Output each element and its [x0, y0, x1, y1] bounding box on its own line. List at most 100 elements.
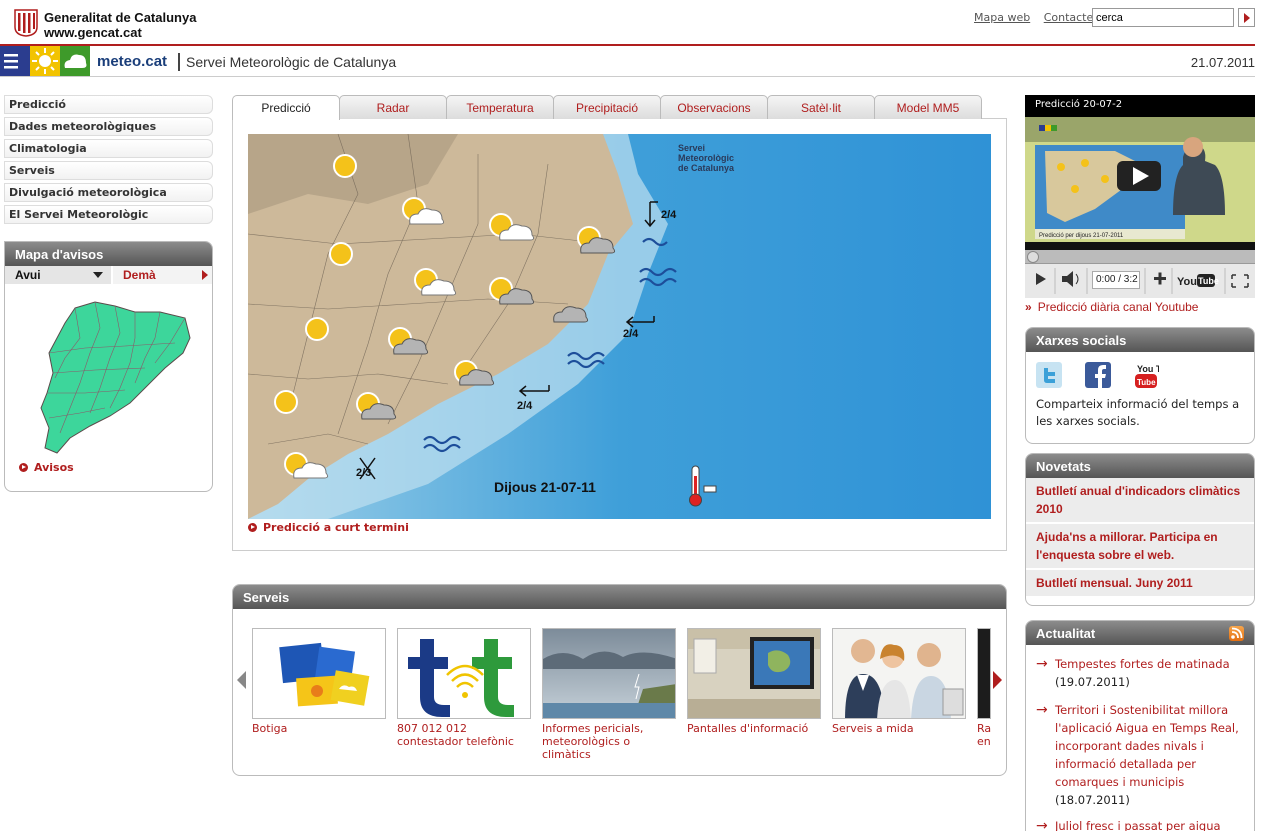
search-submit-button[interactable]	[1238, 8, 1255, 27]
news-entry[interactable]: Tempestes fortes de matinada (19.07.2011…	[1036, 655, 1251, 691]
nav-item-servei-meteorologic[interactable]: El Servei Meteorològic	[4, 205, 213, 224]
service-botiga[interactable]: Botiga	[252, 628, 386, 735]
gencat-logo-icon[interactable]	[14, 9, 38, 37]
service-label: 807 012 012 contestador telefònic	[397, 722, 514, 748]
contacte-link[interactable]: Contacte	[1044, 11, 1094, 24]
nav-item-dades-meteorologiques[interactable]: Dades meteorològiques	[4, 117, 213, 136]
nav-item-serveis[interactable]: Serveis	[4, 161, 213, 180]
progress-handle[interactable]	[1027, 251, 1039, 263]
meteo-title[interactable]: meteo.cat	[97, 53, 167, 70]
top-links: Mapa web Contacte	[974, 11, 1103, 24]
nav-item-prediccio[interactable]: Predicció	[4, 95, 213, 114]
forecast-day-label: Dijous 21-07-11	[494, 479, 596, 495]
short-term-forecast-label: Predicció a curt termini	[263, 521, 409, 534]
service-label: Pantalles d'informació	[687, 722, 809, 735]
svg-text:You: You	[1177, 276, 1197, 288]
youtube-channel-link[interactable]: » Predicció diària canal Youtube	[1025, 300, 1198, 314]
svg-text:Tube: Tube	[1137, 378, 1156, 387]
meteo-divider	[0, 76, 1255, 77]
fullscreen-icon[interactable]	[1231, 274, 1249, 288]
news-entry-title[interactable]: Juliol fresc i passat per aigua	[1036, 817, 1251, 831]
service-pantalles[interactable]: Pantalles d'informació	[687, 628, 821, 735]
video-progress-bar[interactable]	[1025, 250, 1255, 264]
avisos-link[interactable]: Avisos	[19, 461, 74, 474]
meteo-header: meteo.cat Servei Meteorològic de Catalun…	[0, 46, 1268, 78]
title-separator	[178, 53, 180, 71]
tab-satellit[interactable]: Satèl·lit	[767, 95, 875, 119]
tab-prediccio[interactable]: Predicció	[232, 95, 340, 120]
video-player[interactable]: Predicció 20-07-2 Predicció per dijous 2…	[1025, 95, 1255, 298]
carousel-prev-icon[interactable]	[237, 671, 246, 689]
cloud-logo-icon	[60, 46, 90, 76]
warnings-map-title: Mapa d'avisos	[5, 242, 212, 266]
forecast-map[interactable]: Servei Meteorològic de Catalunya 2/4 2/4…	[248, 134, 991, 519]
gencat-name-line2: www.gencat.cat	[44, 25, 142, 40]
forecast-tabs: Predicció Radar Temperatura Precipitació…	[232, 95, 992, 120]
service-partial[interactable]: Ra en	[977, 628, 991, 748]
plus-icon[interactable]	[1154, 272, 1166, 285]
news-entry-title[interactable]: Territori i Sostenibilitat millora l'apl…	[1036, 701, 1251, 791]
service-a-mida[interactable]: Serveis a mida	[832, 628, 966, 735]
tab-avui[interactable]: Avui	[5, 266, 111, 284]
gencat-name[interactable]: Generalitat de Catalunya www.gencat.cat	[44, 10, 196, 40]
nav-item-climatologia[interactable]: Climatologia	[4, 139, 213, 158]
tab-radar[interactable]: Radar	[339, 95, 447, 119]
video-title: Predicció 20-07-2	[1035, 99, 1123, 110]
video-overlay-text: Predicció per dijous 21-07-2011	[1039, 233, 1124, 239]
youtube-channel-label: Predicció diària canal Youtube	[1037, 300, 1199, 314]
current-news-title: Actualitat	[1026, 621, 1254, 645]
short-term-forecast-link[interactable]: Predicció a curt termini	[248, 521, 409, 534]
bullet-arrow-icon	[248, 523, 257, 532]
carousel-next-icon[interactable]	[993, 671, 1002, 689]
contestador-image	[397, 628, 531, 719]
news-item[interactable]: Ajuda'ns a millorar. Participa en l'enqu…	[1026, 524, 1254, 570]
wind-label: 2/3	[356, 467, 371, 479]
tab-model-mm5[interactable]: Model MM5	[874, 95, 982, 119]
left-navigation: Predicció Dades meteorològiques Climatol…	[4, 95, 213, 227]
youtube-icon-text: You Tube	[1137, 364, 1159, 374]
warnings-map-panel: Mapa d'avisos Avui Demà Avisos	[4, 241, 213, 492]
youtube-icon[interactable]: You Tube Tube	[1135, 362, 1177, 390]
news-entry[interactable]: Juliol fresc i passat per aigua	[1036, 817, 1251, 831]
nav-item-divulgacio[interactable]: Divulgació meteorològica	[4, 183, 213, 202]
service-informes[interactable]: Informes pericials, meteorològics o clim…	[542, 628, 676, 761]
mapa-web-link[interactable]: Mapa web	[974, 11, 1030, 24]
current-news-panel: Actualitat Tempestes fortes de matinada …	[1025, 620, 1255, 831]
twitter-icon[interactable]	[1036, 362, 1062, 388]
service-label: Botiga	[252, 722, 288, 735]
service-label: Ra en	[977, 722, 991, 748]
tab-temperatura[interactable]: Temperatura	[446, 95, 554, 119]
video-control-buttons: You Tube	[1036, 268, 1249, 294]
tab-dema[interactable]: Demà	[113, 266, 212, 284]
service-contestador[interactable]: 807 012 012 contestador telefònic	[397, 628, 531, 748]
video-frame[interactable]: Predicció per dijous 21-07-2011	[1025, 117, 1255, 250]
facebook-icon[interactable]	[1085, 362, 1111, 388]
warnings-day-tabs: Avui Demà	[5, 266, 212, 284]
news-item[interactable]: Butlletí mensual. Juny 2011	[1026, 570, 1254, 598]
avisos-link-label: Avisos	[34, 461, 74, 474]
social-networks-text: Comparteix informació del temps a les xa…	[1036, 397, 1240, 428]
wind-label: 2/4	[623, 328, 639, 340]
services-title: Serveis	[233, 585, 1006, 609]
news-title: Novetats	[1026, 454, 1254, 478]
partial-service-image	[977, 628, 991, 719]
video-controls: You Tube 0:00 / 3:2	[1025, 250, 1255, 298]
volume-icon[interactable]	[1062, 271, 1079, 287]
map-logo-line1: Servei	[678, 143, 705, 153]
news-entry[interactable]: Territori i Sostenibilitat millora l'apl…	[1036, 701, 1251, 809]
youtube-logo-icon[interactable]: You Tube	[1177, 274, 1219, 288]
warnings-catalonia-map[interactable]	[35, 298, 195, 458]
rss-icon[interactable]	[1229, 626, 1244, 641]
play-icon[interactable]	[1036, 273, 1046, 285]
news-item[interactable]: Butlletí anual d'indicadors climàtics 20…	[1026, 478, 1254, 524]
meteo-logo[interactable]	[0, 46, 90, 76]
service-label: Informes pericials, meteorològics o clim…	[542, 722, 644, 761]
informes-image	[542, 628, 676, 719]
sun-logo-icon	[30, 46, 60, 76]
search-input[interactable]	[1092, 8, 1234, 27]
news-entry-title[interactable]: Tempestes fortes de matinada	[1036, 655, 1251, 673]
service-label: Serveis a mida	[832, 722, 914, 735]
tab-observacions[interactable]: Observacions	[660, 95, 768, 119]
tab-precipitacio[interactable]: Precipitació	[553, 95, 661, 119]
double-chevron-icon: »	[1025, 300, 1032, 314]
